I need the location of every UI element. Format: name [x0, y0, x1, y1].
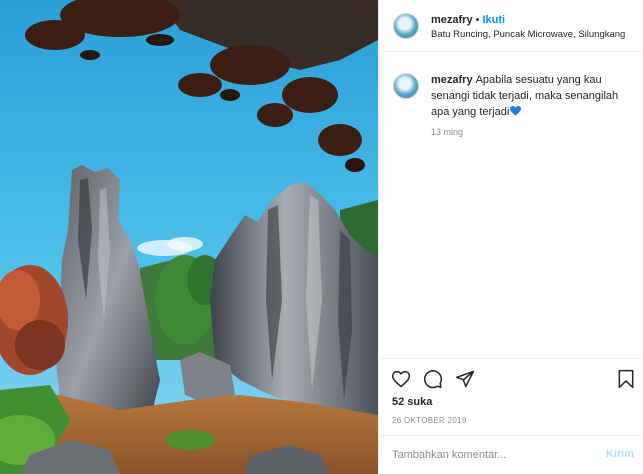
- comment-input[interactable]: [392, 446, 592, 464]
- likes-count[interactable]: 52 suka: [392, 396, 432, 408]
- separator-dot: •: [475, 14, 480, 26]
- username-link[interactable]: mezafry: [431, 14, 473, 26]
- blue-heart-icon: [510, 106, 522, 116]
- comment-timestamp[interactable]: 13 ming: [431, 127, 463, 137]
- paper-plane-icon[interactable]: [455, 369, 475, 389]
- follow-button[interactable]: Ikuti: [482, 14, 505, 26]
- heart-icon[interactable]: [391, 369, 411, 389]
- post-actions: 52 suka 26 OKTOBER 2019: [379, 358, 643, 438]
- post-date[interactable]: 26 OKTOBER 2019: [392, 416, 467, 425]
- comments-section: mezafry Apabila sesuatu yang kau senangi …: [379, 53, 643, 358]
- avatar[interactable]: [393, 13, 419, 39]
- caption-text: mezafry Apabila sesuatu yang kau senangi …: [431, 72, 631, 120]
- post-header: mezafry • Ikuti Batu Runcing, Puncak Micro…: [379, 0, 643, 52]
- instagram-post: mezafry • Ikuti Batu Runcing, Puncak Micro…: [0, 0, 643, 474]
- post-comment-button[interactable]: Kirim: [606, 448, 634, 460]
- bookmark-icon[interactable]: [616, 369, 636, 389]
- location-link[interactable]: Batu Runcing, Puncak Microwave, Silungka…: [431, 29, 625, 40]
- header-title-line: mezafry • Ikuti: [431, 14, 505, 26]
- post-side-panel: mezafry • Ikuti Batu Runcing, Puncak Micro…: [378, 0, 643, 474]
- post-photo[interactable]: [0, 0, 378, 474]
- comment-bubble-icon[interactable]: [423, 369, 443, 389]
- add-comment-bar: Kirim: [379, 435, 643, 474]
- caption-username-link[interactable]: mezafry: [431, 74, 473, 86]
- avatar[interactable]: [393, 73, 419, 99]
- rock-landscape-image: [0, 0, 378, 474]
